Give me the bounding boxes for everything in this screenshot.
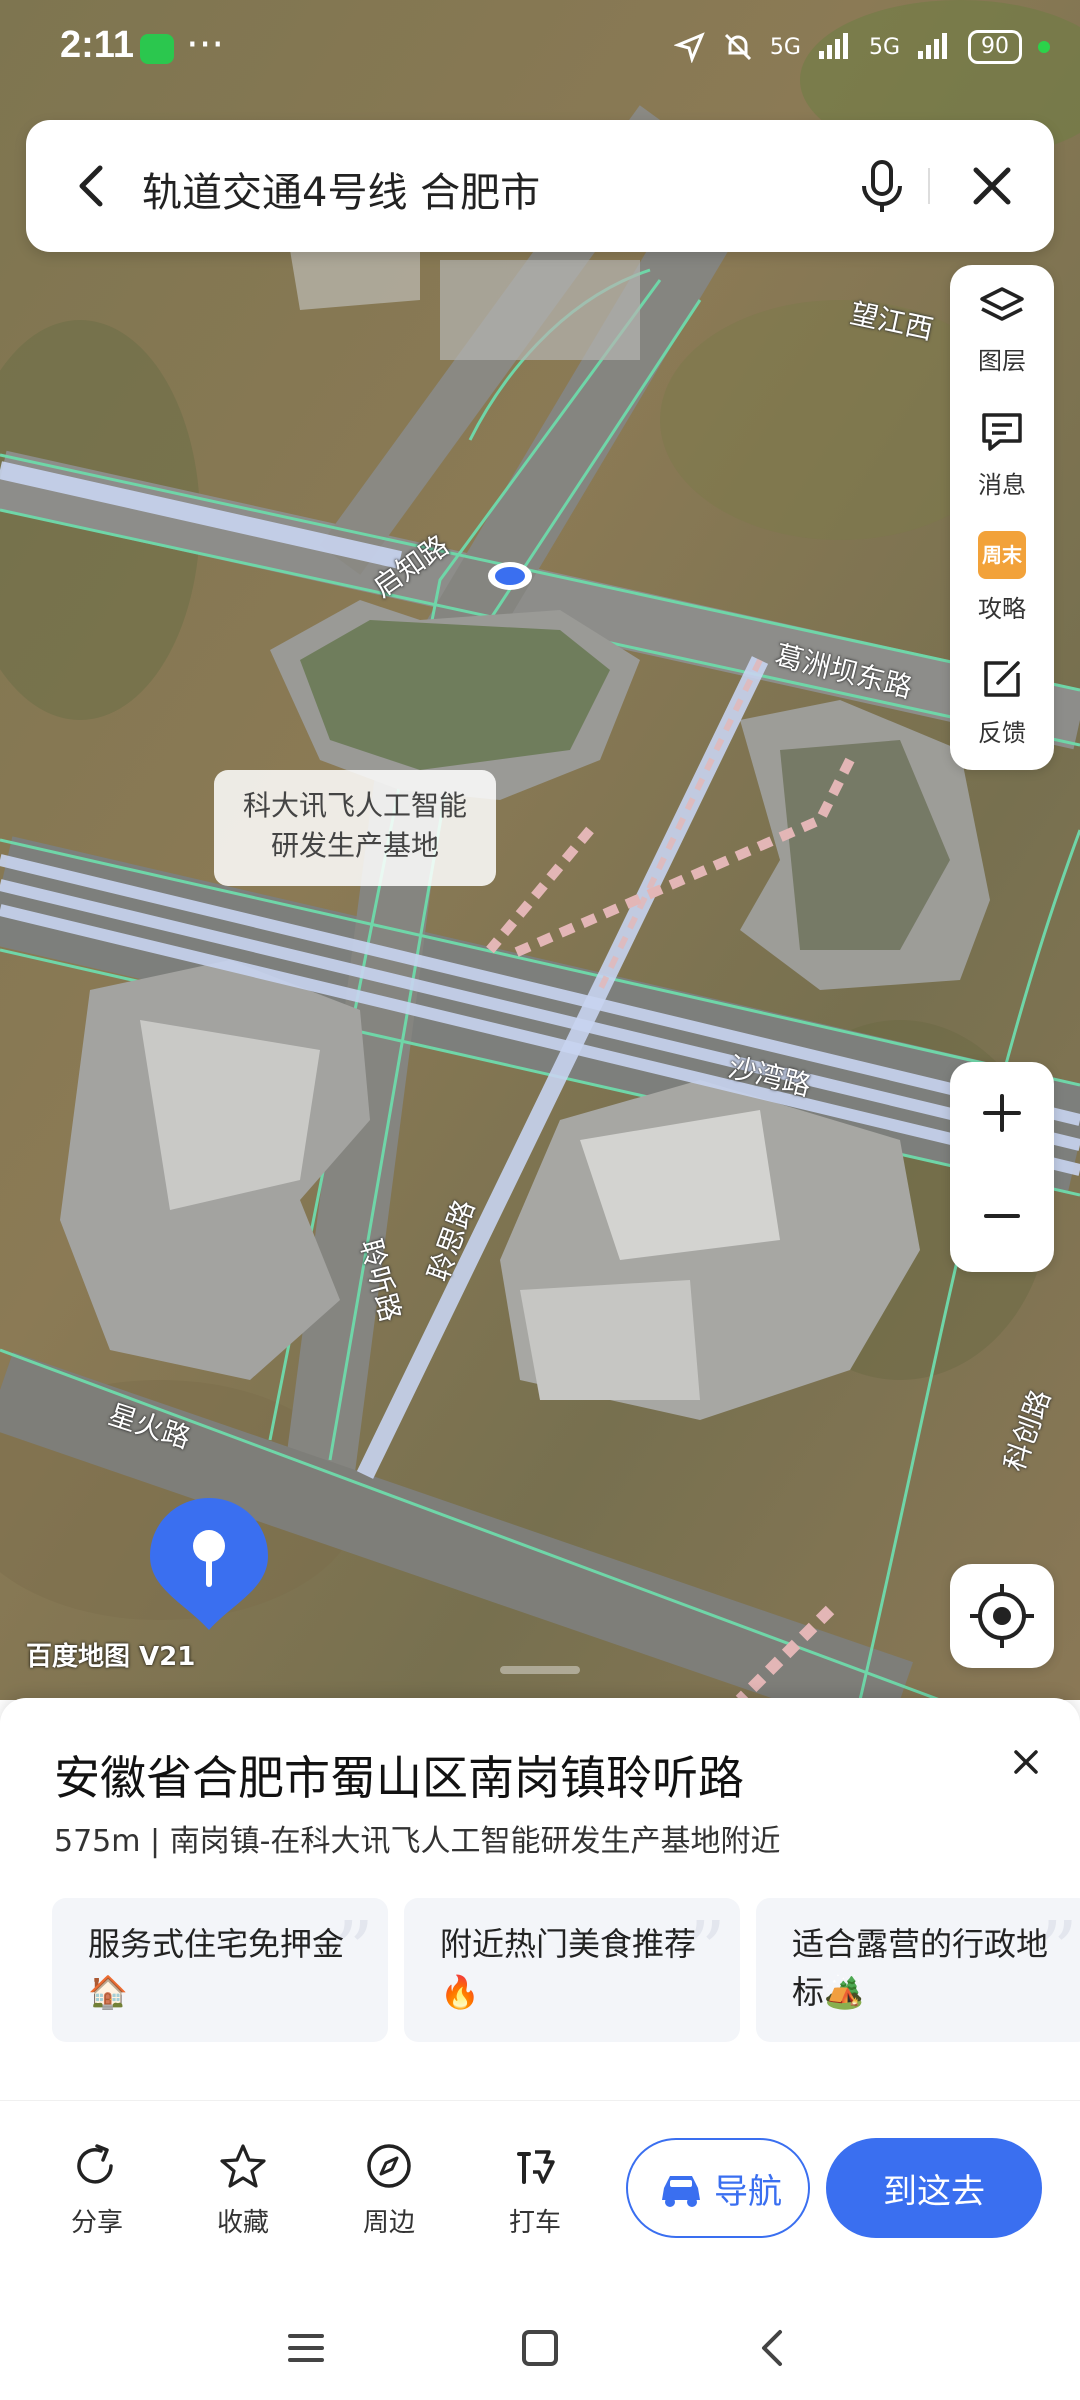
go-here-label: 到这去 bbox=[883, 2172, 985, 2212]
subtitle-separator: | bbox=[150, 1824, 170, 1859]
tool-messages-label: 消息 bbox=[978, 471, 1026, 499]
share-icon bbox=[77, 2144, 113, 2184]
network-5g-1: 5G bbox=[769, 34, 801, 60]
system-navigation-bar bbox=[0, 2290, 1080, 2400]
share-button[interactable]: 分享 bbox=[42, 2140, 152, 2239]
tool-feedback[interactable]: 反馈 bbox=[950, 645, 1054, 763]
map-watermark: 百度地图 V21 bbox=[26, 1642, 196, 1672]
navigation-button[interactable]: 导航 bbox=[626, 2138, 810, 2238]
signal-icon-2 bbox=[918, 33, 947, 59]
mute-bell-icon bbox=[724, 33, 751, 61]
nearby-button[interactable]: 周边 bbox=[334, 2140, 444, 2239]
search-divider bbox=[928, 168, 930, 204]
zoom-in-button[interactable] bbox=[950, 1062, 1054, 1162]
favorite-button[interactable]: 收藏 bbox=[188, 2140, 298, 2239]
poi-label-iflytek[interactable]: 科大讯飞人工智能 研发生产基地 bbox=[214, 770, 496, 886]
star-icon bbox=[220, 2144, 266, 2188]
clear-search-icon[interactable] bbox=[956, 150, 1028, 222]
share-label: 分享 bbox=[70, 2208, 123, 2238]
signal-icon bbox=[818, 33, 848, 59]
poi-label-line2: 研发生产基地 bbox=[270, 829, 439, 862]
nearby-label: 周边 bbox=[362, 2208, 415, 2238]
search-bar[interactable]: 轨道交通4号线 合肥市 bbox=[26, 120, 1054, 252]
car-icon bbox=[662, 2176, 700, 2207]
wechat-icon bbox=[140, 34, 174, 64]
feedback-icon bbox=[984, 661, 1020, 697]
sheet-drag-handle[interactable] bbox=[500, 1666, 580, 1674]
location-arrow-icon bbox=[673, 32, 705, 63]
menu-icon[interactable] bbox=[276, 2318, 336, 2378]
place-distance: 575m bbox=[54, 1824, 141, 1859]
tool-messages[interactable]: 消息 bbox=[950, 397, 1054, 515]
recommend-card[interactable]: ” 适合露营的行政地标🏕️ bbox=[756, 1898, 1080, 2042]
taxi-button[interactable]: 打车 bbox=[480, 2140, 590, 2239]
poi-label-line1: 科大讯飞人工智能 bbox=[242, 789, 467, 822]
compass-icon bbox=[367, 2144, 411, 2188]
locate-me-button[interactable] bbox=[950, 1564, 1054, 1668]
system-back-icon[interactable] bbox=[744, 2318, 804, 2378]
network-5g-2: 5G bbox=[868, 34, 900, 60]
zoom-out-button[interactable] bbox=[950, 1166, 1054, 1266]
taxi-label: 打车 bbox=[508, 2208, 561, 2238]
home-icon[interactable] bbox=[510, 2318, 570, 2378]
close-sheet-icon[interactable] bbox=[1004, 1740, 1048, 1784]
taxi-icon bbox=[517, 2150, 555, 2184]
navigation-label: 导航 bbox=[714, 2172, 782, 2212]
favorite-label: 收藏 bbox=[216, 2208, 269, 2238]
search-query[interactable]: 轨道交通4号线 合肥市 bbox=[142, 160, 540, 218]
recommend-card-text: 服务式住宅免押金🏠 bbox=[88, 1925, 345, 2011]
more-notifications-icon: ··· bbox=[186, 22, 225, 68]
layers-icon bbox=[980, 287, 1024, 321]
tool-guides[interactable]: 周末 攻略 bbox=[950, 521, 1054, 639]
privacy-dot-icon bbox=[1038, 41, 1050, 53]
tool-layers-label: 图层 bbox=[978, 347, 1026, 375]
place-subtitle: 575m | 南岗镇-在科大讯飞人工智能研发生产基地附近 bbox=[54, 1816, 781, 1860]
microphone-icon[interactable] bbox=[846, 150, 918, 222]
tool-layers[interactable]: 图层 bbox=[950, 273, 1054, 391]
place-address: 安徽省合肥市蜀山区南岗镇聆听路 bbox=[54, 1751, 744, 1805]
place-detail: 南岗镇-在科大讯飞人工智能研发生产基地附近 bbox=[169, 1824, 781, 1859]
crosshair-icon bbox=[970, 1584, 1034, 1648]
recommend-card-text: 适合露营的行政地标🏕️ bbox=[792, 1925, 1049, 2011]
zoom-controls bbox=[950, 1062, 1054, 1272]
status-time: 2:11 bbox=[60, 24, 134, 66]
message-icon bbox=[982, 413, 1022, 451]
recommend-card[interactable]: ” 服务式住宅免押金🏠 bbox=[52, 1898, 388, 2042]
weekend-badge-icon: 周末 bbox=[978, 531, 1026, 579]
recommend-card-text: 附近热门美食推荐🔥 bbox=[440, 1925, 697, 2011]
recommend-card[interactable]: ” 附近热门美食推荐🔥 bbox=[404, 1898, 740, 2042]
status-bar: 2:11 ··· 5G 5G 90 bbox=[0, 0, 1080, 100]
location-pin-icon[interactable] bbox=[146, 1494, 272, 1634]
back-arrow-icon[interactable] bbox=[56, 150, 128, 222]
battery-indicator: 90 bbox=[968, 30, 1022, 64]
tool-guides-label: 攻略 bbox=[978, 595, 1026, 623]
go-here-button[interactable]: 到这去 bbox=[826, 2138, 1042, 2238]
map-tools-panel: 图层 消息 周末 攻略 反馈 bbox=[950, 265, 1054, 770]
tool-feedback-label: 反馈 bbox=[978, 719, 1026, 747]
